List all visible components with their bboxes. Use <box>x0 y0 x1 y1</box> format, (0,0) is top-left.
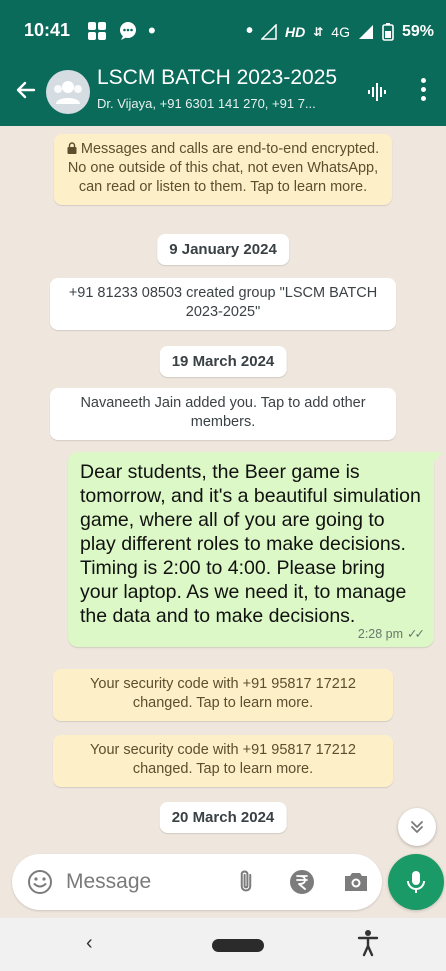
battery-percent: 59% <box>401 22 434 40</box>
slack-icon <box>88 22 106 40</box>
double-chevron-down-icon <box>411 821 423 833</box>
signal-outline-icon <box>260 23 277 40</box>
security-code-notice[interactable]: Your security code with +91 95817 17212 … <box>53 669 393 721</box>
more-vertical-icon[interactable] <box>418 78 428 104</box>
audio-waveform-icon[interactable] <box>366 80 390 109</box>
signal-icon <box>358 24 373 39</box>
message-meta: 2:28 pm ✓✓ <box>80 626 425 641</box>
chat-header: LSCM BATCH 2023-2025 Dr. Vijaya, +91 630… <box>0 60 446 126</box>
bubble-tail <box>434 452 442 462</box>
added-notice[interactable]: Navaneeth Jain added you. Tap to add oth… <box>50 388 396 440</box>
signal-type-label: 4G <box>331 23 350 40</box>
encryption-notice[interactable]: Messages and calls are end-to-end encryp… <box>54 134 392 205</box>
camera-icon[interactable] <box>342 869 370 900</box>
emoji-icon[interactable] <box>26 868 54 901</box>
message-input[interactable] <box>66 864 226 900</box>
message-time: 2:28 pm <box>357 627 404 641</box>
date-chip: 9 January 2024 <box>157 234 289 265</box>
battery-icon <box>382 22 394 41</box>
system-nav-bar: ‹ <box>0 918 446 971</box>
date-chip: 20 March 2024 <box>159 802 287 833</box>
chat-notification-icon <box>120 22 136 40</box>
scroll-down-button[interactable] <box>398 808 436 846</box>
lock-icon <box>67 142 77 154</box>
data-arrows-icon: ⇵ <box>313 24 324 39</box>
group-avatar[interactable] <box>46 70 90 114</box>
rupee-icon[interactable] <box>288 868 316 901</box>
dot-icon: • <box>245 20 253 42</box>
security-code-notice[interactable]: Your security code with +91 95817 17212 … <box>53 735 393 787</box>
status-bar: 10:41 • • HD ⇵ 4G 59% <box>0 0 446 60</box>
double-check-icon: ✓✓ <box>407 627 425 641</box>
mic-icon <box>407 871 425 893</box>
mic-button[interactable] <box>388 854 444 910</box>
group-members-subtitle[interactable]: Dr. Vijaya, +91 6301 141 270, +91 7... <box>97 96 352 111</box>
accessibility-icon[interactable] <box>356 928 380 963</box>
group-created-notice: +91 81233 08503 created group "LSCM BATC… <box>50 278 396 330</box>
message-composer <box>12 854 382 910</box>
home-pill-icon[interactable] <box>212 939 264 952</box>
back-chevron-icon[interactable]: ‹ <box>86 932 93 955</box>
message-text: Dear students, the Beer game is tomorrow… <box>80 461 421 627</box>
chat-area[interactable]: Messages and calls are end-to-end encryp… <box>0 126 446 846</box>
group-title[interactable]: LSCM BATCH 2023-2025 <box>97 66 357 90</box>
notification-icons: • <box>86 18 156 44</box>
arrow-left-icon[interactable] <box>14 78 38 107</box>
date-chip: 19 March 2024 <box>159 346 287 377</box>
status-time: 10:41 <box>24 20 71 40</box>
status-right: • HD ⇵ 4G 59% <box>246 20 434 43</box>
encryption-notice-text: Messages and calls are end-to-end encryp… <box>67 141 380 195</box>
network-label: HD <box>284 23 306 40</box>
outgoing-message[interactable]: Dear students, the Beer game is tomorrow… <box>68 452 442 647</box>
dot-icon: • <box>148 18 156 43</box>
attach-icon[interactable] <box>232 868 260 901</box>
